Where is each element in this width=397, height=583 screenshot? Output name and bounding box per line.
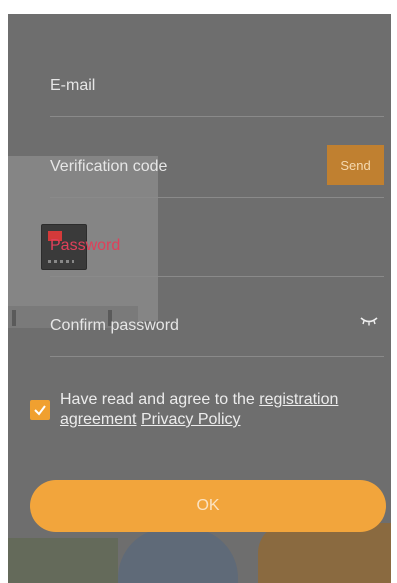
background-figure xyxy=(118,528,238,583)
agreement-prefix: Have read and agree to the xyxy=(60,391,260,408)
check-icon xyxy=(34,405,46,416)
background-plant xyxy=(8,538,118,583)
confirm-password-field[interactable]: Confirm password xyxy=(50,316,384,357)
register-screen: E-mail Verification code Send Password C… xyxy=(8,14,391,583)
password-field[interactable]: Password xyxy=(50,236,384,277)
ok-button[interactable]: OK xyxy=(30,480,386,532)
verification-code-field[interactable]: Verification code Send xyxy=(50,145,384,198)
send-code-button[interactable]: Send xyxy=(327,145,384,185)
background-device-leg xyxy=(12,310,16,326)
email-placeholder: E-mail xyxy=(50,77,96,94)
verification-code-placeholder: Verification code xyxy=(50,158,168,175)
agreement-text: Have read and agree to the registration … xyxy=(60,390,382,430)
email-field[interactable]: E-mail xyxy=(50,76,384,117)
agreement-checkbox[interactable] xyxy=(30,400,50,420)
password-placeholder: Password xyxy=(50,237,121,254)
privacy-policy-link[interactable]: Privacy Policy xyxy=(141,411,241,428)
background-figure-orange xyxy=(258,523,391,583)
confirm-password-placeholder: Confirm password xyxy=(50,317,179,334)
eye-closed-icon[interactable] xyxy=(360,314,378,328)
